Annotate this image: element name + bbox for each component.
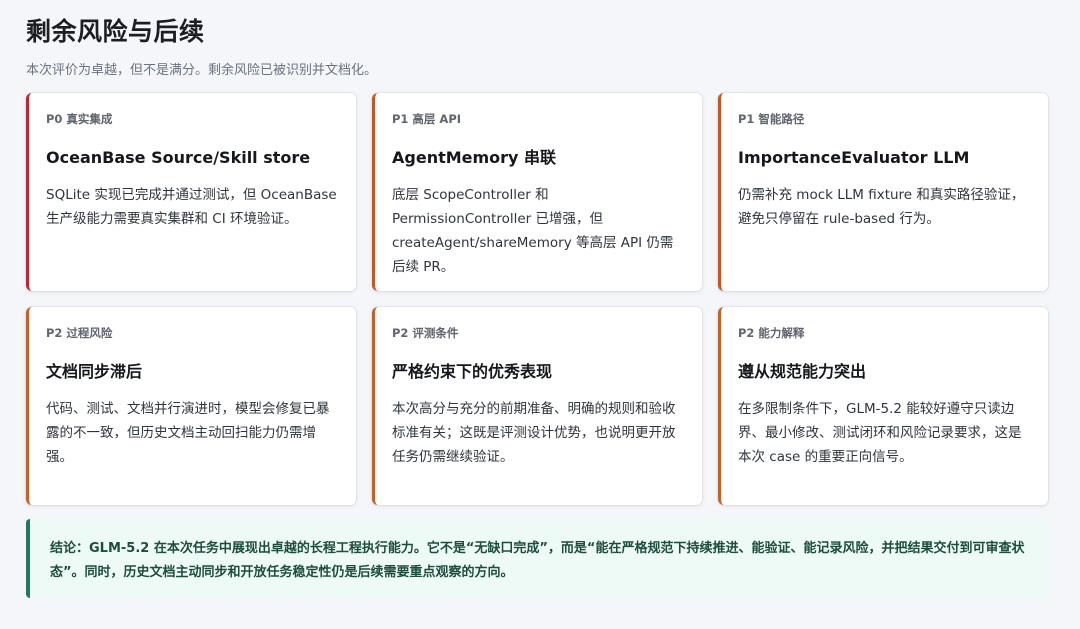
risk-priority-tag: P2 过程风险 [46,326,113,340]
risk-priority-tag: P1 高层 API [392,112,462,126]
risk-card-title: 遵从规范能力突出 [738,362,867,381]
risk-card-p1-api: P1 高层 API AgentMemory 串联 底层 ScopeControl… [372,93,702,291]
risk-card-description: 代码、测试、文档并行演进时，模型会修复已暴露的不一致，但历史文档主动回扫能力仍需… [46,401,330,465]
risk-card-title: 文档同步滞后 [46,362,143,381]
risk-priority-tag: P1 智能路径 [738,112,805,126]
risk-card-p2-capability: P2 能力解释 遵从规范能力突出 在多限制条件下，GLM-5.2 能较好遵守只读… [718,307,1048,505]
risk-card-p1-smart-path: P1 智能路径 ImportanceEvaluator LLM 仍需补充 moc… [718,93,1048,291]
risk-priority-tag: P2 能力解释 [738,326,805,340]
risk-card-description: SQLite 实现已完成并通过测试，但 OceanBase 生产级能力需要真实集… [46,187,337,227]
conclusion-callout: 结论：GLM-5.2 在本次任务中展现出卓越的长程工程执行能力。它不是“无缺口完… [26,519,1047,598]
risk-card-description: 底层 ScopeController 和 PermissionControlle… [392,187,674,275]
risk-card-description: 本次高分与充分的前期准备、明确的规则和验收标准有关；这既是评测设计优势，也说明更… [392,401,676,465]
risk-card-grid: P0 真实集成 OceanBase Source/Skill store SQL… [26,93,1048,505]
risk-card-p0-integration: P0 真实集成 OceanBase Source/Skill store SQL… [26,93,356,291]
risk-card-p2-process: P2 过程风险 文档同步滞后 代码、测试、文档并行演进时，模型会修复已暴露的不一… [26,307,356,505]
risk-priority-tag: P2 评测条件 [392,326,459,340]
risk-card-title: OceanBase Source/Skill store [46,148,311,167]
risk-card-description: 仍需补充 mock LLM fixture 和真实路径验证，避免只停留在 rul… [738,187,1025,227]
risk-card-p2-evaluation: P2 评测条件 严格约束下的优秀表现 本次高分与充分的前期准备、明确的规则和验收… [372,307,702,505]
risk-card-title: AgentMemory 串联 [392,148,557,167]
risk-card-description: 在多限制条件下，GLM-5.2 能较好遵守只读边界、最小修改、测试闭环和风险记录… [738,401,1022,465]
page-title: 剩余风险与后续 [26,17,205,46]
risk-priority-tag: P0 真实集成 [46,112,113,126]
risk-card-title: 严格约束下的优秀表现 [392,362,553,381]
risk-card-title: ImportanceEvaluator LLM [738,148,970,167]
page-subtitle: 本次评价为卓越，但不是满分。剩余风险已被识别并文档化。 [26,63,378,78]
